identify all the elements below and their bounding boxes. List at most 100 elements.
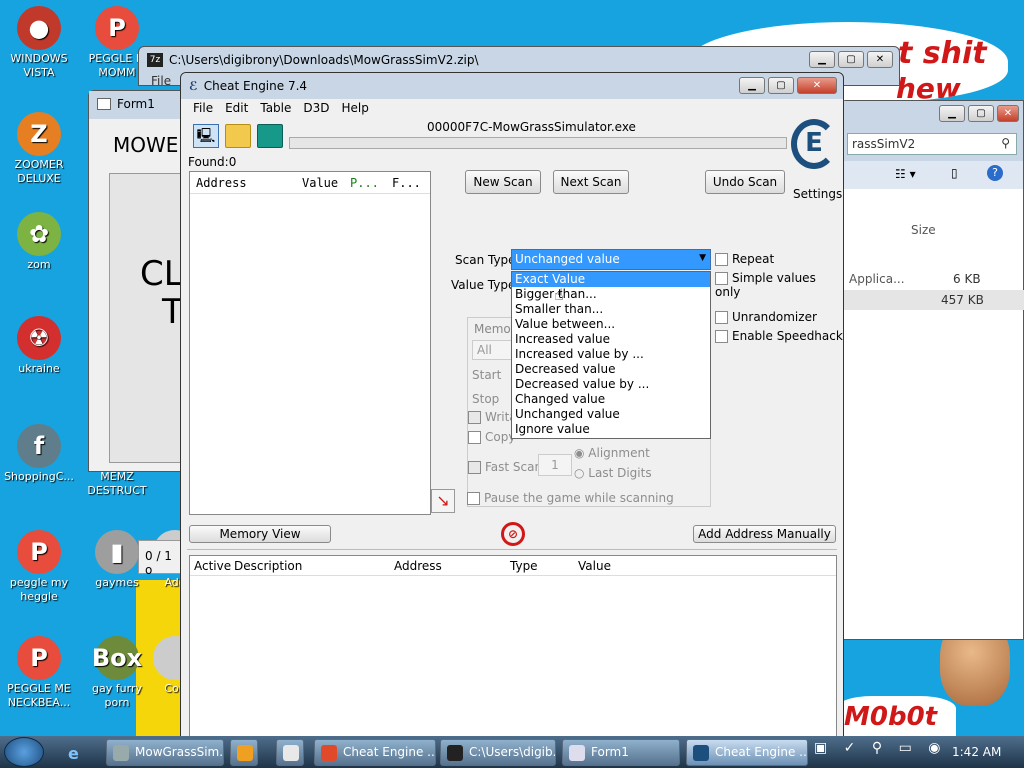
save-icon[interactable]	[257, 124, 283, 148]
dropdown-option[interactable]: Increased value by ...	[512, 347, 710, 362]
open-folder-icon[interactable]	[225, 124, 251, 148]
menu-d3d[interactable]: D3D	[297, 101, 335, 117]
dropdown-option[interactable]: Decreased value	[512, 362, 710, 377]
header-previous[interactable]: P...	[350, 176, 379, 190]
maximize-button[interactable]: ▢	[968, 105, 994, 122]
start-button[interactable]	[4, 737, 44, 767]
help-icon[interactable]: ?	[987, 165, 1003, 181]
taskbar-item[interactable]	[230, 739, 258, 766]
simple-values-checkbox[interactable]: Simple values only	[715, 271, 843, 299]
form1-title: Form1	[117, 97, 155, 111]
desktop-icon-label: MEMZ DESTRUCT	[87, 470, 147, 497]
memory-region-select[interactable]: All	[472, 340, 512, 360]
view-icon[interactable]: ☷ ▾	[895, 167, 916, 181]
settings-label[interactable]: Settings	[793, 187, 842, 201]
close-button[interactable]: ✕	[797, 77, 837, 94]
internet-explorer-icon[interactable]: e	[68, 744, 79, 763]
maximize-button[interactable]: ▢	[768, 77, 794, 94]
taskbar-item[interactable]: C:\Users\digib...	[440, 739, 556, 766]
undo-scan-button[interactable]: Undo Scan	[705, 170, 785, 194]
dropdown-option[interactable]: Unchanged value	[512, 407, 710, 422]
taskbar-item-label: Cheat Engine ...	[715, 745, 808, 759]
header-active[interactable]: Active	[194, 559, 231, 573]
maximize-button[interactable]: ▢	[838, 51, 864, 68]
close-button[interactable]: ✕	[867, 51, 893, 68]
clock[interactable]: 1:42 AM	[952, 745, 1001, 759]
close-button[interactable]: ✕	[997, 105, 1019, 122]
memory-view-button[interactable]: Memory View	[189, 525, 331, 543]
last-digits-radio[interactable]: ○ Last Digits	[574, 466, 652, 480]
header-type[interactable]: Type	[510, 559, 538, 573]
repeat-checkbox[interactable]: Repeat	[715, 252, 774, 266]
minimize-button[interactable]: ▁	[739, 77, 765, 94]
desktop-icon[interactable]: Z ZOOMER DELUXE	[4, 112, 74, 186]
dropdown-option[interactable]: Decreased value by ...	[512, 377, 710, 392]
minimize-button[interactable]: ▁	[939, 105, 965, 122]
writable-checkbox[interactable]: Writa	[468, 410, 517, 424]
dropdown-option[interactable]: Increased value	[512, 332, 710, 347]
fast-scan-checkbox[interactable]: Fast Scan	[468, 460, 542, 474]
scan-type-dropdown[interactable]: Exact Value Bigger than... Smaller than...…	[511, 271, 711, 439]
desktop-icon[interactable]: ✿ zom	[4, 212, 74, 272]
dropdown-option[interactable]: Exact Value	[512, 272, 710, 287]
menu-file[interactable]: File	[187, 101, 219, 117]
explorer-window[interactable]: ▁ ▢ ✕ rassSimV2 ⚲ ☷ ▾ ▯ ? Size Applica..…	[840, 100, 1024, 640]
desktop-icon[interactable]: ● WINDOWS VISTA	[4, 6, 74, 80]
file-row[interactable]: Applica... 6 KB	[841, 269, 1024, 289]
tray-icons[interactable]: ▣ ✓ ⚲ ▭ ◉	[814, 740, 946, 756]
stop-scan-icon[interactable]: ⊘	[501, 522, 525, 546]
desktop-icon[interactable]: f ShoppingC...	[4, 424, 74, 484]
select-process-icon[interactable]: 🖳	[193, 124, 219, 148]
cheat-table[interactable]: Active Description Address Type Value	[189, 555, 837, 739]
alignment-radio[interactable]: ◉ Alignment	[574, 446, 650, 460]
minimize-button[interactable]: ▁	[809, 51, 835, 68]
scan-type-select[interactable]: Unchanged value ▼	[511, 249, 711, 270]
desktop-icon-label: ShoppingC...	[4, 470, 74, 483]
copy-on-write-checkbox[interactable]: Copy	[468, 430, 515, 444]
menu-bar: File Edit Table D3D Help	[181, 99, 843, 119]
header-address[interactable]: Address	[394, 559, 442, 573]
desktop-icon[interactable]: P PEGGLE ME NECKBEA...	[4, 636, 74, 710]
header-first[interactable]: F...	[392, 176, 421, 190]
menu-table[interactable]: Table	[254, 101, 297, 117]
add-address-button[interactable]: Add Address Manually	[693, 525, 836, 543]
taskbar-item[interactable]: Cheat Engine ...	[686, 739, 808, 766]
app-icon: ☢	[17, 316, 61, 360]
value-type-label: Value Type	[451, 278, 516, 292]
file-row[interactable]: 457 KB	[841, 290, 1024, 310]
dropdown-option[interactable]: Smaller than...	[512, 302, 710, 317]
unrandomizer-checkbox[interactable]: Unrandomizer	[715, 310, 817, 324]
header-value[interactable]: Value	[302, 176, 338, 190]
zip-menu-file[interactable]: File	[151, 74, 171, 88]
header-address[interactable]: Address	[196, 176, 247, 190]
dropdown-option[interactable]: Bigger than...	[512, 287, 710, 302]
address-bar[interactable]: rassSimV2 ⚲	[847, 133, 1017, 155]
dropdown-option[interactable]: Ignore value	[512, 422, 710, 437]
desktop-icon[interactable]: ☢ ukraine	[4, 316, 74, 376]
red-arrow-icon[interactable]: ↘	[431, 489, 455, 513]
taskbar-item[interactable]: Form1	[562, 739, 680, 766]
preview-pane-icon[interactable]: ▯	[951, 166, 958, 180]
desktop-icon[interactable]: Ppeggle my heggle	[4, 530, 74, 604]
pause-game-checkbox[interactable]: Pause the game while scanning	[467, 491, 674, 505]
header-description[interactable]: Description	[234, 559, 302, 573]
settings-logo-icon[interactable]: E	[791, 119, 837, 169]
fast-scan-input[interactable]: 1	[538, 454, 572, 476]
menu-help[interactable]: Help	[336, 101, 375, 117]
taskbar-item[interactable]: Cheat Engine ...	[314, 739, 436, 766]
taskbar-item[interactable]: MowGrassSim...	[106, 739, 224, 766]
menu-edit[interactable]: Edit	[219, 101, 254, 117]
new-scan-button[interactable]: New Scan	[465, 170, 541, 194]
address-list[interactable]: Address Value P... F...	[189, 171, 431, 515]
dropdown-option[interactable]: Changed value	[512, 392, 710, 407]
next-scan-button[interactable]: Next Scan	[553, 170, 629, 194]
speedhack-checkbox[interactable]: Enable Speedhack	[715, 329, 843, 343]
taskbar-item[interactable]	[276, 739, 304, 766]
cheat-engine-window[interactable]: ℰ Cheat Engine 7.4 ▁ ▢ ✕ File Edit Table…	[180, 72, 844, 739]
form1-window[interactable]: Form1 MOWE CL T	[88, 90, 189, 472]
column-size[interactable]: Size	[911, 223, 936, 237]
dropdown-option[interactable]: Value between...	[512, 317, 710, 332]
header-value[interactable]: Value	[578, 559, 611, 573]
splitter[interactable]	[187, 549, 837, 553]
search-icon[interactable]: ⚲	[1001, 136, 1010, 150]
